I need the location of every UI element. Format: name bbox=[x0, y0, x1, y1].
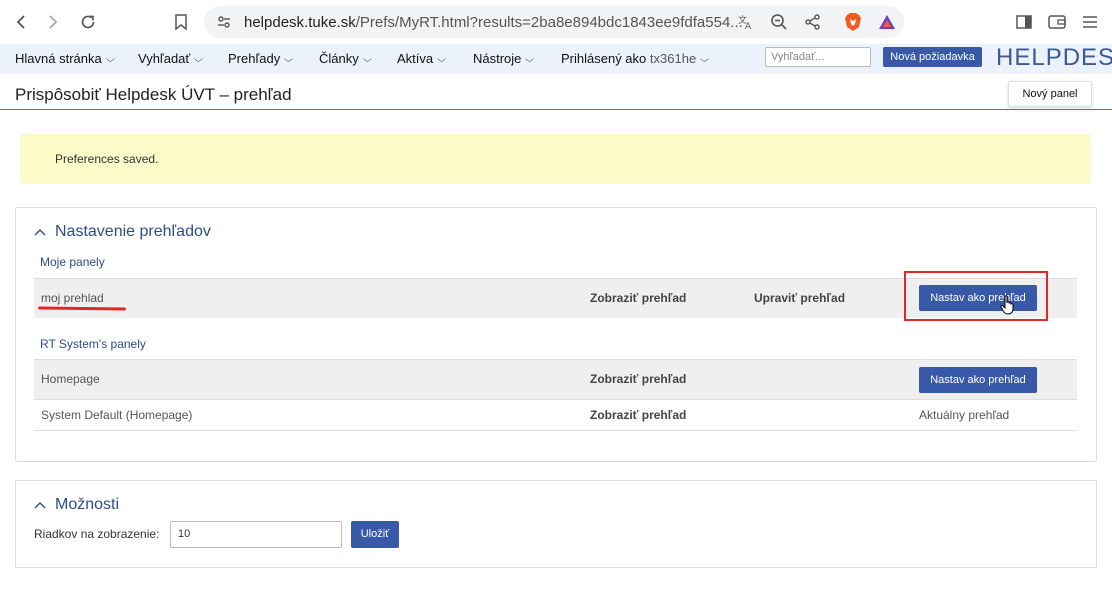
current-dashboard-label: Aktuálny prehľad bbox=[919, 408, 1010, 422]
show-dashboard-link[interactable]: Zobraziť prehľad bbox=[590, 291, 686, 305]
show-dashboard-link[interactable]: Zobraziť prehľad bbox=[590, 408, 686, 422]
nav-reports[interactable]: Prehľady ⌵ bbox=[228, 51, 294, 66]
panel-name[interactable]: moj prehlad bbox=[41, 291, 104, 305]
url-host: helpdesk.tuke.sk bbox=[244, 14, 356, 31]
site-settings-icon[interactable] bbox=[212, 10, 236, 34]
dashboards-title[interactable]: Nastavenie prehľadov bbox=[55, 223, 211, 241]
chevron-down-icon: ⌵ bbox=[525, 54, 535, 64]
save-button[interactable]: Uložiť bbox=[351, 521, 399, 548]
back-icon[interactable] bbox=[9, 10, 33, 34]
options-title[interactable]: Možnosti bbox=[55, 496, 119, 514]
collapse-chevron-icon[interactable] bbox=[34, 225, 46, 239]
brave-shield-icon[interactable] bbox=[841, 10, 865, 34]
chevron-down-icon: ⌵ bbox=[105, 54, 115, 64]
nav-search-label: Vyhľadať bbox=[138, 51, 191, 66]
nav-home-label: Hlavná stránka bbox=[15, 51, 102, 66]
edit-dashboard-link[interactable]: Upraviť prehľad bbox=[754, 291, 845, 305]
page-title: Prispôsobiť Helpdesk ÚVT – prehľad bbox=[15, 85, 292, 104]
nav-home[interactable]: Hlavná stránka ⌵ bbox=[15, 51, 115, 66]
bookmark-icon[interactable] bbox=[169, 10, 193, 34]
helpdesk-logo[interactable]: HELPDESK bbox=[996, 44, 1112, 72]
chevron-down-icon: ⌵ bbox=[194, 54, 204, 64]
quick-search-input[interactable]: Vyhľadať... bbox=[765, 47, 871, 67]
new-ticket-button[interactable]: Nová požiadavka bbox=[883, 47, 982, 67]
nav-articles-label: Články bbox=[319, 51, 359, 66]
nav-tools[interactable]: Nástroje ⌵ bbox=[473, 51, 535, 66]
reload-icon[interactable] bbox=[76, 10, 100, 34]
system-panels-heading: RT System's panely bbox=[40, 337, 146, 351]
table-row: System Default (Homepage) Zobraziť prehľ… bbox=[34, 399, 1077, 431]
panel-name: System Default (Homepage) bbox=[41, 408, 193, 422]
url-text: helpdesk.tuke.sk/Prefs/MyRT.html?results… bbox=[244, 14, 743, 31]
zoom-out-icon[interactable] bbox=[767, 10, 791, 34]
chevron-down-icon: ⌵ bbox=[362, 54, 372, 64]
chevron-down-icon: ⌵ bbox=[700, 54, 710, 64]
red-highlight-box bbox=[904, 271, 1048, 321]
preferences-saved-alert: Preferences saved. bbox=[20, 134, 1091, 184]
url-path: /Prefs/MyRT.html?results=2ba8e894bdc1843… bbox=[355, 14, 743, 31]
dashboards-panel: Nastavenie prehľadov Moje panely moj pre… bbox=[15, 207, 1097, 462]
chevron-down-icon: ⌵ bbox=[437, 54, 446, 64]
new-panel-button[interactable]: Nový panel bbox=[1008, 81, 1092, 107]
table-row: Homepage Zobraziť prehľad Nastav ako pre… bbox=[34, 359, 1077, 400]
set-as-dashboard-button[interactable]: Nastav ako prehľad bbox=[919, 367, 1037, 393]
nav-tools-label: Nástroje bbox=[473, 51, 522, 66]
chevron-down-icon: ⌵ bbox=[284, 54, 294, 64]
hand-cursor-icon bbox=[1000, 295, 1016, 320]
wallet-icon[interactable] bbox=[1045, 10, 1069, 34]
nav-reports-label: Prehľady bbox=[228, 51, 281, 66]
show-dashboard-link[interactable]: Zobraziť prehľad bbox=[590, 372, 686, 386]
address-bar[interactable]: helpdesk.tuke.sk/Prefs/MyRT.html?results… bbox=[204, 6, 904, 38]
rows-per-page-label: Riadkov na zobrazenie: bbox=[34, 527, 160, 541]
nav-articles[interactable]: Články ⌵ bbox=[319, 51, 372, 66]
username: tx361he bbox=[649, 51, 697, 66]
svg-text:A: A bbox=[745, 22, 752, 31]
panel-name[interactable]: Homepage bbox=[41, 372, 100, 386]
forward-icon[interactable] bbox=[41, 10, 65, 34]
nav-assets[interactable]: Aktíva ⌵ bbox=[397, 51, 446, 66]
browser-toolbar: helpdesk.tuke.sk/Prefs/MyRT.html?results… bbox=[0, 0, 1112, 45]
menu-icon[interactable] bbox=[1078, 10, 1102, 34]
alert-message: Preferences saved. bbox=[55, 152, 159, 166]
nav-logged-in-label: Prihlásený ako bbox=[561, 51, 647, 66]
nav-logged-in[interactable]: Prihlásený ako tx361he ⌵ bbox=[561, 51, 710, 66]
share-icon[interactable] bbox=[801, 10, 825, 34]
header-divider bbox=[0, 109, 1112, 110]
sidebar-icon[interactable] bbox=[1012, 10, 1036, 34]
translate-icon[interactable]: 文A bbox=[734, 10, 758, 34]
rewards-icon[interactable] bbox=[875, 10, 899, 34]
my-panels-heading: Moje panely bbox=[40, 255, 105, 269]
rows-per-page-input[interactable]: 10 bbox=[170, 521, 342, 548]
nav-assets-label: Aktíva bbox=[397, 51, 434, 66]
collapse-chevron-icon[interactable] bbox=[34, 498, 46, 512]
nav-search[interactable]: Vyhľadať ⌵ bbox=[138, 51, 204, 66]
